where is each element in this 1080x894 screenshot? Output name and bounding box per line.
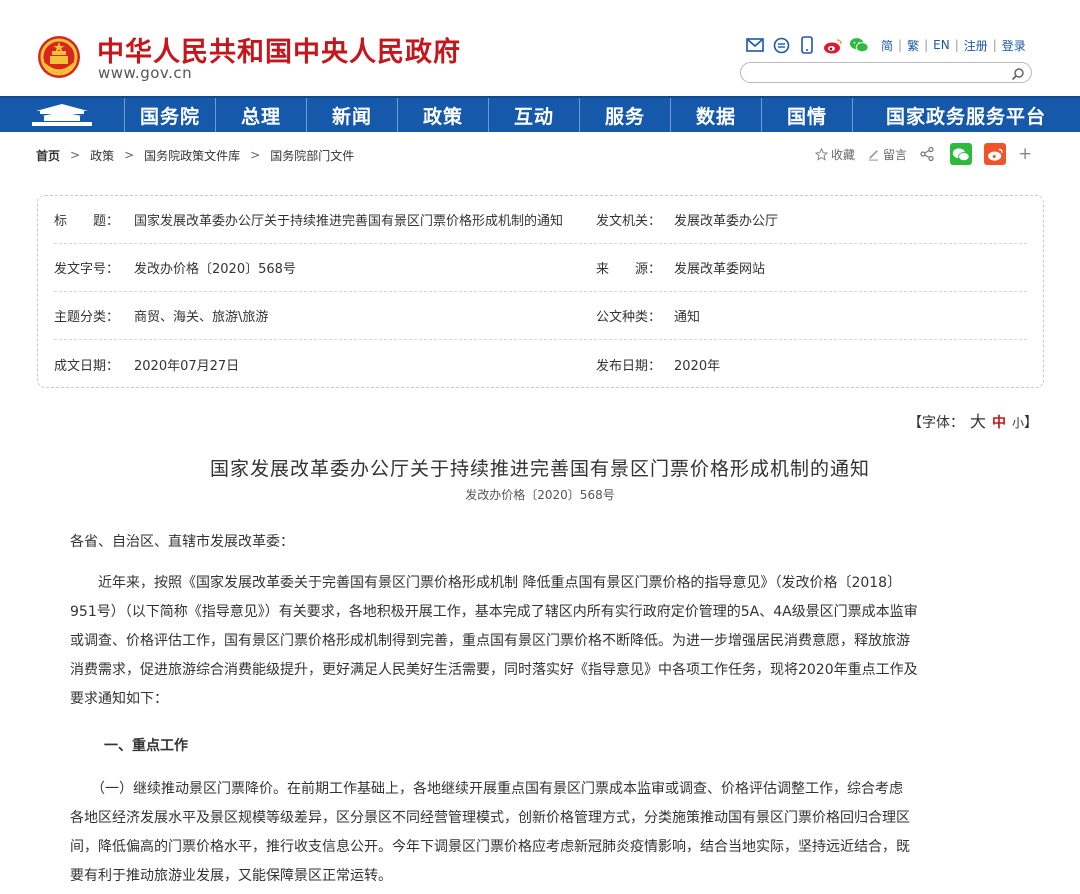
breadcrumb-department-docs[interactable]: 国务院部门文件 (270, 147, 354, 164)
meta-row: 主题分类： 商贸、海关、旅游\旅游 公文种类： 通知 (54, 292, 1027, 340)
divider: | (924, 38, 929, 52)
meta-label-written-date: 成文日期： (54, 358, 120, 374)
share-icon[interactable] (919, 146, 938, 162)
nav-news[interactable]: 新闻 (307, 98, 398, 132)
font-size-large[interactable]: 大 (970, 412, 986, 431)
tiananmen-icon[interactable] (0, 98, 125, 132)
nav-premier[interactable]: 总理 (216, 98, 307, 132)
divider: | (898, 38, 903, 52)
lang-traditional-link[interactable]: 繁 (907, 37, 919, 54)
nav-gov-service-platform[interactable]: 国家政务服务平台 (853, 98, 1079, 132)
national-emblem-icon[interactable] (36, 34, 82, 80)
font-size-switcher: 【字体： 大中小】 (908, 408, 1038, 432)
main-nav: 国务院 总理 新闻 政策 互动 服务 数据 国情 国家政务服务平台 (0, 96, 1080, 132)
paragraph-line: （一）继续推动景区门票降价。在前期工作基础上，各地继续开展重点国有景区门票成本监… (70, 781, 903, 797)
more-plus-icon[interactable]: + (1018, 144, 1032, 164)
paragraph-line: 消费需求，促进旅游综合消费能级提升，更好满足人民美好生活需要，同时落实好《指导意… (70, 662, 918, 678)
paragraph-line: 或调查、价格评估工作，国有景区门票价格形成机制得到完善，重点国有景区门票价格不断… (70, 633, 910, 649)
document-metadata: 标 题： 国家发展改革委办公厅关于持续推进完善国有景区门票价格形成机制的通知 发… (37, 195, 1044, 388)
breadcrumb-home[interactable]: 首页 (36, 147, 60, 164)
breadcrumb: 首页 > 政策 > 国务院政策文件库 > 国务院部门文件 (36, 146, 354, 164)
site-header: 中华人民共和国中央人民政府 www.gov.cn 简 | 繁 | EN | 注册… (0, 0, 1080, 96)
font-size-prefix: 【字体： (908, 415, 964, 431)
chevron-right-icon: > (124, 148, 135, 162)
meta-value-issuer: 发展改革委办公厅 (674, 214, 779, 229)
meta-label-title: 标 题： (54, 214, 120, 229)
article-greeting: 各省、自治区、直辖市发展改革委： (70, 534, 294, 550)
paragraph-line: 951号）（以下简称《指导意见》）有关要求，各地积极开展工作，基本完成了辖区内所… (70, 604, 918, 620)
lang-english-link[interactable]: EN (933, 38, 950, 52)
meta-label-issuer: 发文机关： (596, 214, 662, 229)
meta-label-doc-number: 发文字号： (54, 262, 120, 277)
meta-value-source: 发展改革委网站 (674, 262, 766, 277)
language-links: 简 | 繁 | EN | 注册 | 登录 (881, 37, 1026, 54)
star-icon (815, 147, 828, 161)
meta-label-publish-date: 发布日期： (596, 358, 662, 374)
paragraph-line: 要有利于推动旅游业发展，又能保障景区正常运转。 (70, 868, 392, 884)
font-size-suffix: 】 (1024, 415, 1039, 431)
message-icon[interactable] (771, 35, 791, 55)
top-tools: 简 | 繁 | EN | 注册 | 登录 (745, 34, 1026, 56)
nav-interaction[interactable]: 互动 (489, 98, 580, 132)
comment-button[interactable]: 留言 (867, 146, 907, 163)
nav-services[interactable]: 服务 (580, 98, 671, 132)
article-paragraph: 近年来，按照《国家发展改革委关于完善国有景区门票价格形成机制 降低重点国有景区门… (70, 569, 1030, 714)
meta-row: 成文日期： 2020年07月27日 发布日期： 2020年 (54, 340, 1027, 388)
article-doc-number: 发改办价格〔2020〕568号 (465, 488, 615, 502)
font-size-small[interactable]: 小 (1012, 416, 1024, 430)
share-weibo-icon[interactable] (984, 143, 1007, 165)
meta-value-publish-date: 2020年 (674, 358, 721, 374)
comment-label: 留言 (883, 147, 908, 162)
favorite-button[interactable]: 收藏 (815, 146, 855, 163)
paragraph-line: 间，降低偏高的门票价格水平，推行收支信息公开。今年下调景区门票价格应考虑新冠肺炎… (70, 839, 910, 855)
mobile-icon[interactable] (797, 35, 817, 55)
article-title: 国家发展改革委办公厅关于持续推进完善国有景区门票价格形成机制的通知 (209, 458, 870, 480)
lang-simplified-link[interactable]: 简 (881, 37, 893, 54)
paragraph-line: 各地区经济发展水平及景区规模等级差异，区分景区不同经营管理模式，创新价格管理方式… (70, 810, 910, 826)
share-wechat-icon[interactable] (950, 143, 973, 165)
article-heading: 一、重点工作 (104, 738, 188, 754)
register-link[interactable]: 注册 (964, 37, 988, 54)
divider: | (992, 38, 997, 52)
paragraph-line: 要求通知如下： (70, 691, 168, 707)
search-box (740, 62, 1032, 85)
weibo-icon[interactable] (823, 35, 843, 55)
meta-value-written-date: 2020年07月27日 (134, 358, 240, 374)
search-input[interactable] (751, 64, 1011, 84)
mail-icon[interactable] (745, 35, 765, 55)
chevron-right-icon: > (70, 148, 81, 162)
chevron-right-icon: > (250, 148, 261, 162)
favorite-label: 收藏 (831, 147, 856, 162)
meta-label-category: 主题分类： (54, 310, 120, 325)
nav-state-council[interactable]: 国务院 (125, 98, 216, 132)
meta-row: 发文字号： 发改办价格〔2020〕568号 来 源： 发展改革委网站 (54, 244, 1027, 292)
wechat-icon[interactable] (849, 35, 869, 55)
article-paragraph: （一）继续推动景区门票降价。在前期工作基础上，各地继续开展重点国有景区门票成本监… (70, 775, 1030, 891)
nav-policy[interactable]: 政策 (398, 98, 489, 132)
search-icon[interactable] (1011, 66, 1025, 85)
breadcrumb-policy[interactable]: 政策 (90, 147, 114, 164)
meta-row: 标 题： 国家发展改革委办公厅关于持续推进完善国有景区门票价格形成机制的通知 发… (54, 196, 1027, 244)
meta-label-source: 来 源： (596, 262, 662, 277)
meta-label-doc-type: 公文种类： (596, 310, 662, 325)
breadcrumb-policy-library[interactable]: 国务院政策文件库 (144, 147, 240, 164)
nav-data[interactable]: 数据 (671, 98, 762, 132)
meta-value-title: 国家发展改革委办公厅关于持续推进完善国有景区门票价格形成机制的通知 (134, 214, 564, 229)
meta-value-doc-type: 通知 (674, 310, 701, 325)
site-url[interactable]: www.gov.cn (98, 64, 192, 82)
nav-national-info[interactable]: 国情 (762, 98, 853, 132)
divider: | (954, 38, 959, 52)
login-link[interactable]: 登录 (1002, 37, 1026, 54)
paragraph-line: 近年来，按照《国家发展改革委关于完善国有景区门票价格形成机制 降低重点国有景区门… (70, 575, 902, 591)
font-size-medium[interactable]: 中 (992, 415, 1006, 431)
meta-value-category: 商贸、海关、旅游\旅游 (134, 310, 269, 325)
meta-value-doc-number: 发改办价格〔2020〕568号 (134, 262, 296, 277)
pen-icon (868, 149, 879, 161)
page-actions: 收藏 留言 + (815, 143, 1032, 165)
